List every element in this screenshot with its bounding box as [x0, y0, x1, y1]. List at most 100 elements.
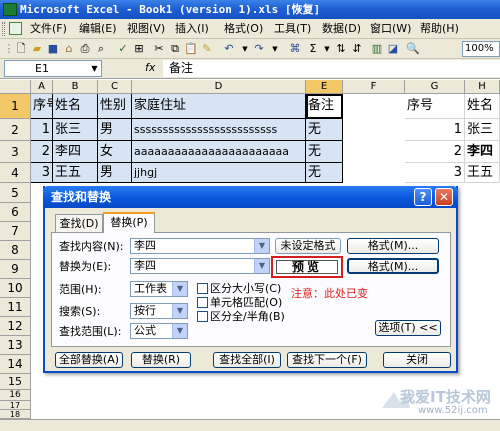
table-cell[interactable]: 1 [31, 119, 53, 141]
zoom-dropdown-icon[interactable]: 🔍 [406, 42, 420, 56]
row-header[interactable]: 2 [0, 119, 31, 141]
chart-wizard-icon[interactable]: ▥ [370, 42, 384, 56]
table-cell[interactable]: 李四 [53, 141, 98, 163]
row-header[interactable]: 14 [0, 355, 31, 374]
cell-header-gender[interactable]: 性别 [98, 94, 132, 119]
row-header[interactable]: 9 [0, 260, 31, 279]
sort-descending-icon[interactable]: ⇵ [350, 42, 364, 56]
cell-header-remark[interactable]: 备注 [306, 94, 343, 119]
table-cell[interactable]: jjhgj [132, 163, 306, 183]
table-cell[interactable]: 3 [31, 163, 53, 183]
replace-button[interactable]: 替换(R) [131, 352, 191, 368]
toolbar-grip[interactable] [2, 22, 5, 36]
column-header-f[interactable]: F [343, 80, 405, 94]
chevron-down-icon[interactable]: ▼ [254, 239, 269, 253]
drawing-icon[interactable]: ◪ [386, 42, 400, 56]
look-in-select[interactable]: 公式 ▼ [130, 323, 188, 339]
row-header[interactable]: 17 [0, 401, 31, 410]
column-header-g[interactable]: G [405, 80, 465, 94]
chevron-down-icon[interactable]: ▼ [172, 282, 187, 296]
row-header[interactable]: 1 [0, 94, 31, 119]
row-header[interactable]: 16 [0, 390, 31, 401]
hyperlink-icon[interactable]: ⌘ [288, 42, 302, 56]
result-cell[interactable]: 王五 [465, 163, 500, 183]
search-order-select[interactable]: 按行 ▼ [130, 303, 188, 319]
menu-view[interactable]: 视图(V) [125, 21, 167, 37]
cell-header-name[interactable]: 姓名 [53, 94, 98, 119]
redo-icon[interactable]: ↷ [252, 42, 266, 56]
replace-all-button[interactable]: 全部替换(A) [55, 352, 123, 368]
close-icon[interactable]: ✕ [435, 188, 453, 206]
menu-help[interactable]: 帮助(H) [418, 21, 461, 37]
copy-icon[interactable]: ⧉ [168, 42, 182, 56]
row-header[interactable]: 11 [0, 298, 31, 317]
menu-edit[interactable]: 编辑(E) [77, 21, 119, 37]
replace-format-button[interactable]: 格式(M)... [347, 258, 439, 274]
replace-with-input[interactable]: 李四 ▼ [130, 258, 270, 274]
tab-find[interactable]: 查找(D) [55, 214, 103, 232]
column-header-b[interactable]: B [53, 80, 98, 94]
undo-icon[interactable]: ↶ [222, 42, 236, 56]
format-painter-icon[interactable]: ✎ [200, 42, 214, 56]
result-cell[interactable]: 张三 [465, 119, 500, 141]
menu-tools[interactable]: 工具(T) [272, 21, 313, 37]
table-cell[interactable]: sssssssssssssssssssssssss [132, 119, 306, 141]
row-header[interactable]: 15 [0, 374, 31, 390]
row-header[interactable]: 5 [0, 183, 31, 203]
print-preview-icon[interactable]: ⌕ [94, 42, 108, 56]
row-header[interactable]: 6 [0, 203, 31, 222]
column-header-a[interactable]: A [31, 80, 53, 94]
column-header-e[interactable]: E [306, 80, 343, 94]
table-cell[interactable]: 2 [31, 141, 53, 163]
table-cell[interactable]: 无 [306, 119, 343, 141]
zoom-box[interactable]: 100% [462, 41, 500, 57]
close-button[interactable]: 关闭 [383, 352, 451, 368]
name-box-dropdown-icon[interactable]: ▼ [88, 61, 101, 76]
find-what-input[interactable]: 李四 ▼ [130, 238, 270, 254]
column-header-d[interactable]: D [132, 80, 306, 94]
row-header[interactable]: 7 [0, 222, 31, 241]
table-cell[interactable]: 男 [98, 119, 132, 141]
menu-format[interactable]: 格式(O) [222, 21, 265, 37]
cut-icon[interactable]: ✂ [152, 42, 166, 56]
result-cell[interactable]: 李四 [465, 141, 500, 163]
row-header[interactable]: 12 [0, 317, 31, 336]
cell-header-address[interactable]: 家庭住址 [132, 94, 306, 119]
find-all-button[interactable]: 查找全部(I) [213, 352, 281, 368]
result-cell[interactable]: 2 [405, 141, 465, 163]
autosum-icon[interactable]: Σ [306, 42, 320, 56]
match-case-checkbox[interactable]: 区分大小写(C) [197, 282, 281, 295]
result-cell[interactable]: 1 [405, 119, 465, 141]
save-icon[interactable]: ■ [46, 42, 60, 56]
formula-input[interactable]: 备注 [163, 60, 500, 77]
result-header-no[interactable]: 序号 [405, 94, 465, 119]
row-header[interactable]: 8 [0, 241, 31, 260]
print-icon[interactable]: ⎙ [78, 42, 92, 56]
menu-window[interactable]: 窗口(W) [368, 21, 413, 37]
cell-header-no[interactable]: 序号 [31, 94, 53, 119]
chevron-down-icon[interactable]: ▼ [172, 324, 187, 338]
row-header[interactable]: 4 [0, 163, 31, 183]
row-header[interactable]: 10 [0, 279, 31, 298]
table-cell[interactable]: 无 [306, 163, 343, 183]
open-icon[interactable]: ▰ [30, 42, 44, 56]
menu-data[interactable]: 数据(D) [320, 21, 363, 37]
table-cell[interactable]: 王五 [53, 163, 98, 183]
select-all-corner[interactable] [0, 80, 31, 94]
new-icon[interactable]: 🗋 [14, 42, 28, 56]
autosum-dropdown-icon[interactable]: ▼ [320, 42, 334, 56]
options-button[interactable]: 选项(T) << [375, 320, 441, 336]
match-cell-checkbox[interactable]: 单元格匹配(O) [197, 296, 282, 309]
checkbox-icon[interactable] [197, 297, 208, 308]
dialog-title-bar[interactable]: 查找和替换 [43, 186, 458, 208]
function-icon[interactable]: fx [145, 61, 155, 74]
checkbox-icon[interactable] [197, 283, 208, 294]
find-format-button[interactable]: 格式(M)... [347, 238, 439, 254]
chevron-down-icon[interactable]: ▼ [254, 259, 269, 273]
sort-ascending-icon[interactable]: ⇅ [334, 42, 348, 56]
menu-file[interactable]: 文件(F) [28, 21, 69, 37]
format-preview-box[interactable]: 预览 [276, 260, 338, 274]
chevron-down-icon[interactable]: ▼ [172, 304, 187, 318]
research-icon[interactable]: ⊞ [132, 42, 146, 56]
result-cell[interactable]: 3 [405, 163, 465, 183]
